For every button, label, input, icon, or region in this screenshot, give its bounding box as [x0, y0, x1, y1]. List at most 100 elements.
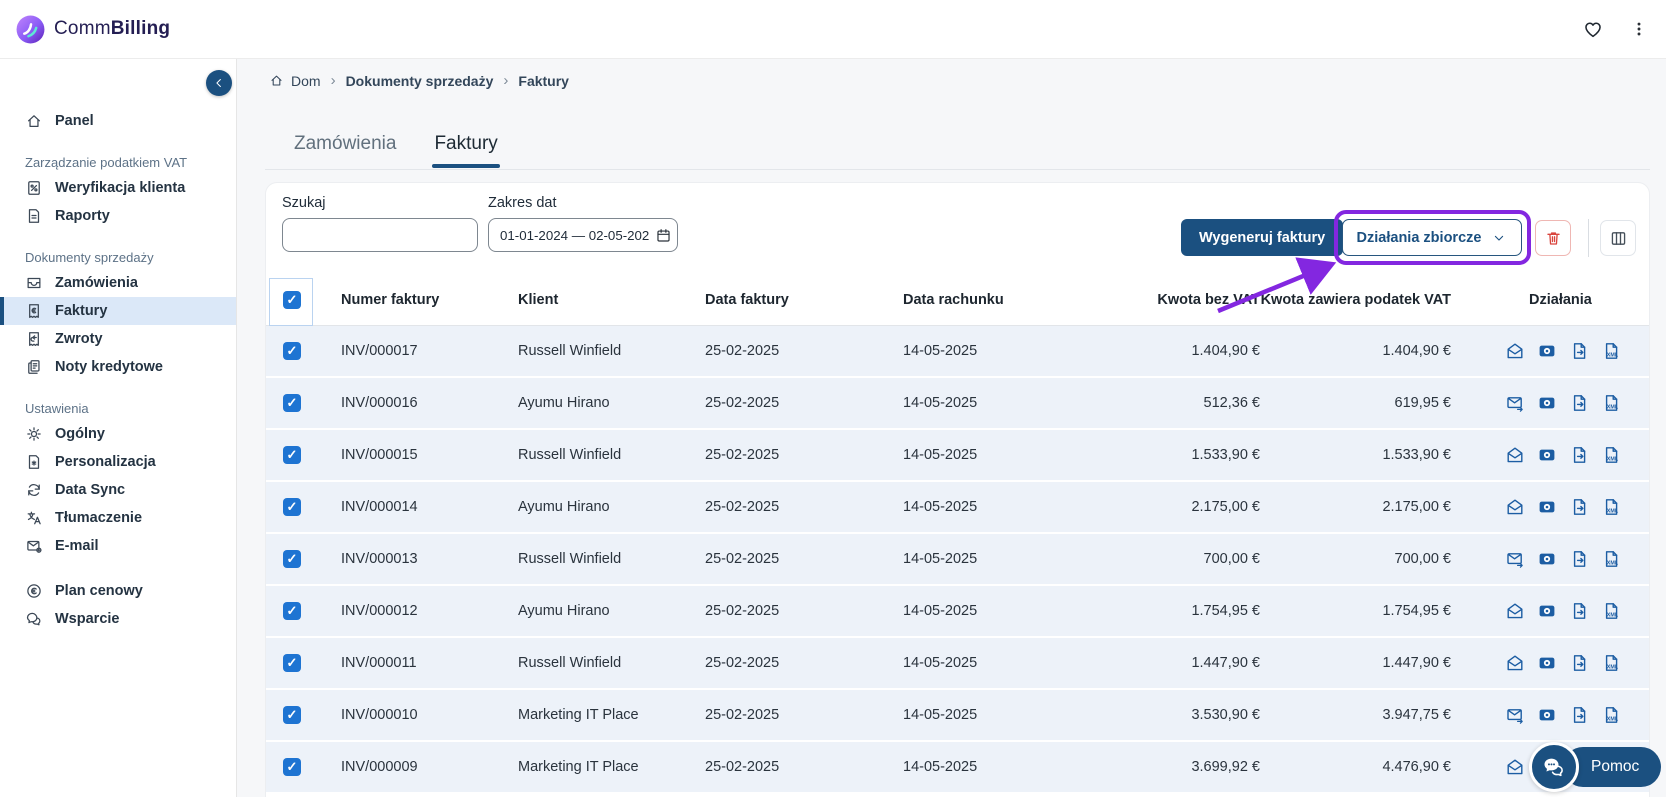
xml-icon[interactable]: XML: [1601, 549, 1621, 569]
sidebar-item-weryfikacja-klienta[interactable]: Weryfikacja klienta: [0, 174, 236, 202]
column-header[interactable]: Data faktury: [705, 275, 789, 326]
gross-amount: 1.533,90 €: [1216, 430, 1451, 480]
row-checkbox[interactable]: ✓: [283, 654, 301, 672]
mail-open-icon[interactable]: [1505, 341, 1525, 361]
row-checkbox[interactable]: ✓: [283, 342, 301, 360]
generate-invoices-button[interactable]: Wygeneruj faktury: [1181, 219, 1343, 256]
xml-icon[interactable]: XML: [1601, 445, 1621, 465]
sidebar-item-raporty[interactable]: Raporty: [0, 202, 236, 230]
mail-send-icon[interactable]: [1505, 705, 1525, 725]
breadcrumb-item[interactable]: Dom: [269, 73, 321, 89]
table-row[interactable]: ✓INV/000009Marketing IT Place25-02-20251…: [266, 742, 1649, 792]
row-checkbox[interactable]: ✓: [283, 394, 301, 412]
breadcrumb-item[interactable]: Dokumenty sprzedaży: [346, 73, 494, 89]
gross-amount: 4.476,90 €: [1216, 742, 1451, 792]
table-row[interactable]: ✓INV/000012Ayumu Hirano25-02-202514-05-2…: [266, 586, 1649, 636]
column-header[interactable]: Kwota zawiera podatek VAT: [1216, 275, 1451, 326]
mail-send-icon[interactable]: [1505, 549, 1525, 569]
export-icon[interactable]: [1569, 393, 1589, 413]
sidebar-item-tlumaczenie[interactable]: Tłumaczenie: [0, 504, 236, 532]
row-checkbox[interactable]: ✓: [283, 446, 301, 464]
home-icon: [269, 73, 284, 88]
gear-icon: [25, 425, 43, 443]
column-header[interactable]: Działania: [1529, 275, 1592, 326]
xml-icon[interactable]: XML: [1601, 393, 1621, 413]
mail-open-icon[interactable]: [1505, 757, 1525, 777]
table-row[interactable]: ✓INV/000015Russell Winfield25-02-202514-…: [266, 430, 1649, 480]
tab-faktury[interactable]: Faktury: [432, 133, 499, 168]
sidebar-item-zamowienia[interactable]: Zamówienia: [0, 269, 236, 297]
preview-icon[interactable]: [1537, 393, 1557, 413]
preview-icon[interactable]: [1537, 653, 1557, 673]
table-row[interactable]: ✓INV/000017Russell Winfield25-02-202514-…: [266, 326, 1649, 376]
mail-open-icon[interactable]: [1505, 653, 1525, 673]
row-checkbox[interactable]: ✓: [283, 706, 301, 724]
search-input[interactable]: [294, 219, 491, 251]
preview-icon[interactable]: [1537, 341, 1557, 361]
sidebar-item-zwroty[interactable]: Zwroty: [0, 325, 236, 353]
row-checkbox[interactable]: ✓: [283, 498, 301, 516]
sidebar-collapse-button[interactable]: [206, 70, 232, 96]
sidebar-item-personalizacja[interactable]: Personalizacja: [0, 448, 236, 476]
column-header[interactable]: Data rachunku: [903, 275, 1004, 326]
row-checkbox[interactable]: ✓: [283, 758, 301, 776]
sidebar-item-plan-cenowy[interactable]: Plan cenowy: [0, 577, 236, 605]
client-name: Russell Winfield: [518, 638, 621, 688]
export-icon[interactable]: [1569, 601, 1589, 621]
invoice-date: 25-02-2025: [705, 430, 779, 480]
date-range-label: Zakres dat: [488, 195, 678, 211]
table-row[interactable]: ✓INV/000011Russell Winfield25-02-202514-…: [266, 638, 1649, 688]
toolbar-divider: [1588, 219, 1589, 257]
export-icon[interactable]: [1569, 341, 1589, 361]
date-range-input[interactable]: 01-01-2024 — 02-05-202: [488, 218, 678, 252]
export-icon[interactable]: [1569, 705, 1589, 725]
select-all-checkbox[interactable]: ✓: [283, 291, 301, 309]
preview-icon[interactable]: [1537, 549, 1557, 569]
heart-icon[interactable]: [1582, 18, 1604, 40]
delete-button[interactable]: [1535, 220, 1571, 256]
sidebar-item-panel[interactable]: Panel: [0, 107, 236, 135]
preview-icon[interactable]: [1537, 705, 1557, 725]
xml-icon[interactable]: XML: [1601, 653, 1621, 673]
preview-icon[interactable]: [1537, 497, 1557, 517]
mail-open-icon[interactable]: [1505, 445, 1525, 465]
row-checkbox[interactable]: ✓: [283, 550, 301, 568]
export-icon[interactable]: [1569, 497, 1589, 517]
sidebar-item-faktury[interactable]: Faktury: [0, 297, 236, 325]
table-row[interactable]: ✓INV/000013Russell Winfield25-02-202514-…: [266, 534, 1649, 584]
xml-icon[interactable]: XML: [1601, 497, 1621, 517]
column-header[interactable]: Klient: [518, 275, 558, 326]
tab-zamowienia[interactable]: Zamówienia: [292, 133, 398, 168]
column-header[interactable]: Numer faktury: [341, 275, 439, 326]
app-logo[interactable]: CommBilling: [15, 14, 170, 45]
mail-send-icon[interactable]: [1505, 393, 1525, 413]
export-icon[interactable]: [1569, 445, 1589, 465]
sidebar-item-e-mail[interactable]: E-mail: [0, 532, 236, 560]
preview-icon[interactable]: [1537, 601, 1557, 621]
table-row[interactable]: ✓INV/000016Ayumu Hirano25-02-202514-05-2…: [266, 378, 1649, 428]
bulk-actions-button[interactable]: Działania zbiorcze: [1342, 219, 1522, 256]
row-checkbox[interactable]: ✓: [283, 602, 301, 620]
bill-date: 14-05-2025: [903, 482, 977, 532]
columns-settings-button[interactable]: [1600, 220, 1636, 256]
kebab-menu-icon[interactable]: [1630, 20, 1648, 38]
table-header-row: ✓ Numer faktury Klient Data faktury Data ra…: [266, 275, 1649, 326]
table-row[interactable]: ✓INV/000010Marketing IT Place25-02-20251…: [266, 690, 1649, 740]
sidebar-item-wsparcie[interactable]: Wsparcie: [0, 605, 236, 633]
preview-icon[interactable]: [1537, 445, 1557, 465]
xml-icon[interactable]: XML: [1601, 705, 1621, 725]
table-row[interactable]: ✓INV/000014Ayumu Hirano25-02-202514-05-2…: [266, 482, 1649, 532]
sidebar-item-ogolny[interactable]: Ogólny: [0, 420, 236, 448]
export-icon[interactable]: [1569, 549, 1589, 569]
export-icon[interactable]: [1569, 653, 1589, 673]
bill-date: 14-05-2025: [903, 430, 977, 480]
mail-open-icon[interactable]: [1505, 497, 1525, 517]
xml-icon[interactable]: XML: [1601, 601, 1621, 621]
mail-open-icon[interactable]: [1505, 601, 1525, 621]
sidebar-item-data-sync[interactable]: Data Sync: [0, 476, 236, 504]
help-chat-button[interactable]: [1529, 742, 1579, 792]
sidebar-item-noty-kredytowe[interactable]: Noty kredytowe: [0, 353, 236, 381]
xml-icon[interactable]: XML: [1601, 341, 1621, 361]
gross-amount: 1.754,95 €: [1216, 586, 1451, 636]
svg-text:XML: XML: [1607, 508, 1619, 514]
